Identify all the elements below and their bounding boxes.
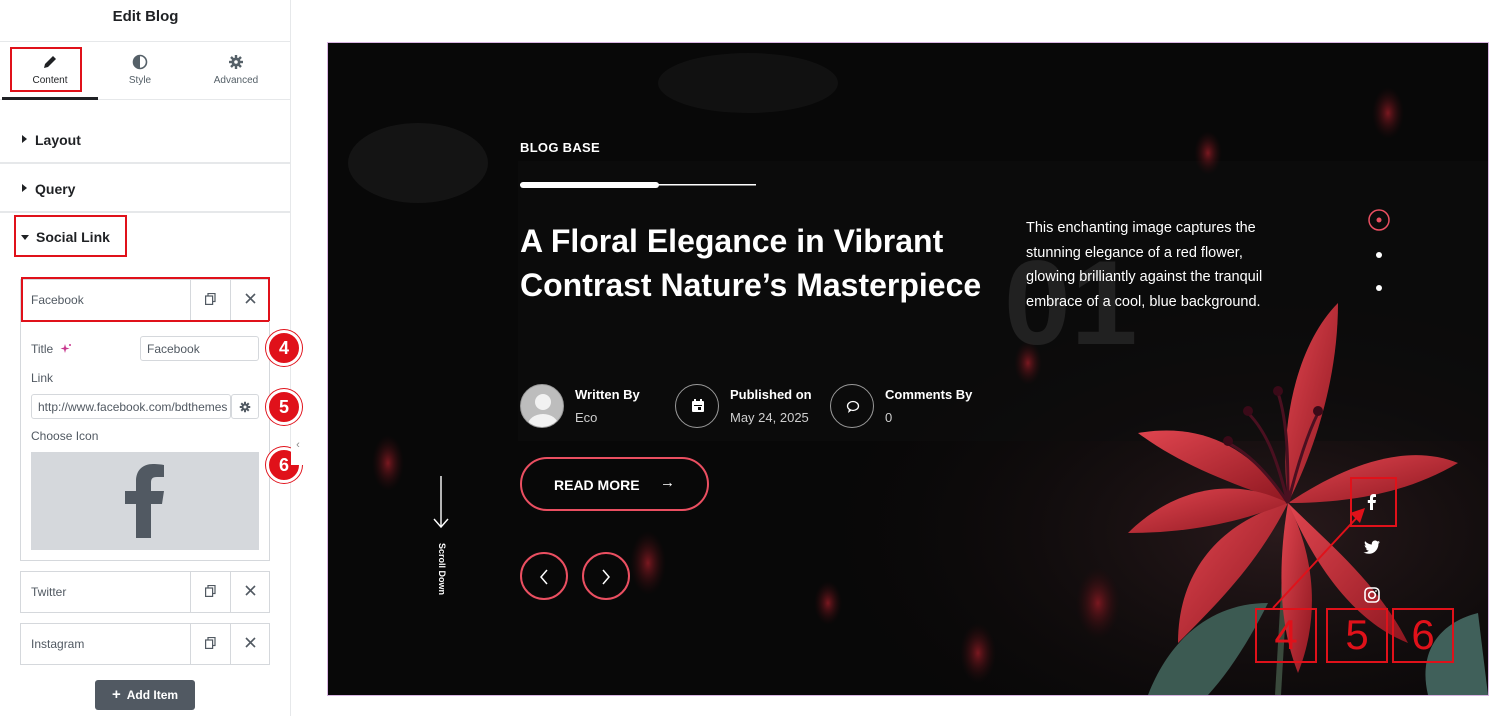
tab-style[interactable]: Style [92,42,188,100]
editor-sidebar: Edit Blog Content Style Advanced Layout … [0,0,302,716]
scroll-down-label[interactable]: Scroll Down [437,543,447,595]
meta-comments-label: Comments By [885,387,973,402]
ai-sparkle-icon[interactable] [60,343,72,355]
section-query-label: Query [35,181,76,197]
section-layout-label: Layout [35,132,81,148]
repeater-item-instagram[interactable]: Instagram [20,623,270,665]
next-slide-button[interactable] [582,552,630,600]
gear-icon [229,55,243,69]
tab-style-label: Style [128,75,152,86]
copy-icon [205,585,216,597]
caret-right-icon [22,184,27,192]
arrow-down-icon [433,476,449,529]
add-item-label: Add Item [126,688,179,702]
duplicate-button[interactable] [190,572,230,612]
contrast-icon [132,54,148,70]
meta-author-value: Eco [575,410,598,425]
avatar-icon [528,394,558,427]
repeater-item-title: Instagram [31,637,85,651]
post-title[interactable]: A Floral Elegance in Vibrant Contrast Na… [520,219,990,307]
blog-slider-preview: 01 BLOG BASE A Floral Elegance in Vibran… [328,43,1488,695]
meta-comments-value: 0 [885,410,893,425]
slide-dot[interactable] [1374,250,1384,260]
section-query[interactable]: Query [0,164,291,213]
section-layout[interactable]: Layout [0,115,291,164]
panel-title: Edit Blog [0,0,291,42]
content-tab-highlight [10,47,82,92]
annotation-badge-4: 4 [266,330,302,366]
tab-advanced[interactable]: Advanced [188,42,284,100]
comment-icon [830,384,874,428]
annotation-number-5: 5 [1326,608,1388,663]
duplicate-button[interactable] [190,624,230,664]
meta-date-label: Published on [730,387,812,402]
copy-icon [205,637,216,649]
post-excerpt: This enchanting image captures the stunn… [1026,220,1263,310]
link-label: Link [31,371,54,385]
tab-advanced-label: Advanced [213,75,259,86]
chevron-left-icon [540,569,548,585]
annotation-number-6: 6 [1392,608,1454,663]
chevron-right-icon [602,569,610,585]
add-item-button[interactable]: + Add Item [95,680,195,710]
caret-right-icon [22,135,27,143]
collapse-panel-button[interactable]: ‹ [291,425,305,465]
remove-button[interactable] [230,572,270,612]
read-more-label: READ MORE [554,477,640,493]
choose-icon-label: Choose Icon [31,429,99,443]
link-input[interactable]: http://www.facebook.com/bdthemes [31,394,231,419]
calendar-icon [675,384,719,428]
gear-icon [239,401,251,413]
repeater-item-title: Twitter [31,585,67,599]
blog-category: BLOG BASE [520,140,600,155]
close-icon [245,585,256,596]
avatar [520,384,564,428]
annotation-badge-5: 5 [266,389,302,425]
link-options-button[interactable] [231,394,259,419]
read-more-button[interactable]: READ MORE → [520,457,709,511]
facebook-icon [125,464,164,538]
arrow-right-icon: → [660,474,675,491]
meta-date-value: May 24, 2025 [730,410,809,425]
remove-button[interactable] [230,624,270,664]
slide-dot-active[interactable] [1367,208,1391,232]
repeater-item-twitter[interactable]: Twitter [20,571,270,613]
slide-dot[interactable] [1374,283,1384,293]
social-link-highlight [14,215,127,257]
chevron-left-icon: ‹ [296,439,300,451]
icon-picker[interactable] [31,452,259,550]
facebook-item-highlight [21,277,270,322]
title-input[interactable]: Facebook [140,336,259,361]
prev-slide-button[interactable] [520,552,568,600]
plus-icon: + [111,686,121,703]
annotation-pointer-arrow [1272,508,1365,609]
close-icon [245,637,256,648]
annotation-number-4: 4 [1255,608,1317,663]
title-progress-bar [520,182,756,188]
title-label: Title [31,342,54,356]
meta-author-label: Written By [575,387,640,402]
